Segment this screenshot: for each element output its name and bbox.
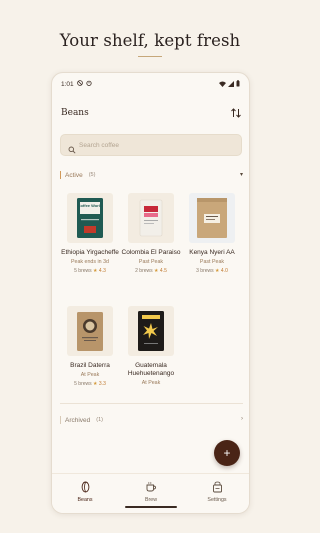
- bean-card-kenya-nyeri-aa[interactable]: Kenya Nyeri AA Past Peak 3 brews ★ 4.0: [182, 193, 242, 274]
- bean-name: Brazil Daterra: [70, 362, 110, 369]
- nav-label-beans: Beans: [77, 497, 93, 503]
- archived-section-header[interactable]: Archived (1) ›: [60, 414, 243, 426]
- bean-bag-image: [67, 306, 113, 356]
- chevron-right-icon: ›: [241, 416, 243, 422]
- archived-section-label: Archived: [65, 416, 91, 424]
- star-icon: ★: [215, 268, 220, 274]
- sort-arrows-icon[interactable]: [230, 106, 242, 118]
- bean-bag-image: [128, 193, 174, 243]
- settings-icon: [192, 481, 242, 493]
- bean-status: Past Peak: [199, 259, 225, 265]
- battery-icon: [236, 80, 240, 87]
- headline: Your shelf, kept fresh: [59, 31, 241, 50]
- nav-item-brew[interactable]: Brew: [126, 481, 176, 503]
- nav-label-brew: Brew: [144, 497, 158, 503]
- active-section-header[interactable]: Active (5) ▾: [60, 169, 243, 181]
- bean-name: Kenya Nyeri AA: [189, 249, 235, 256]
- search-input[interactable]: [79, 139, 229, 152]
- archived-section-count: (1): [96, 417, 104, 423]
- bean-name: Ethiopia Yirgacheffe: [61, 249, 119, 256]
- bean-status: Peak ends in 3d: [71, 259, 109, 265]
- bean-rating: 4.3: [98, 268, 106, 274]
- nav-item-beans[interactable]: Beans: [60, 481, 110, 503]
- wifi-icon: [219, 81, 226, 87]
- chevron-down-icon: ▾: [239, 172, 243, 178]
- section-accent-bar: [60, 416, 61, 424]
- status-left-icons: [77, 80, 92, 86]
- bean-meta: 3 brews ★ 4.0: [182, 268, 242, 274]
- bean-bag-image: [128, 306, 174, 356]
- bean-status: At Peak: [80, 372, 100, 378]
- bean-status: Past Peak: [138, 259, 164, 265]
- bean-card-guatemala-huehuetenango[interactable]: Guatemala Huehuetenango At Peak: [121, 306, 181, 386]
- nav-item-settings[interactable]: Settings: [192, 481, 242, 503]
- bean-status: At Peak: [141, 380, 161, 386]
- bean-bag-image: Coffee World: [67, 193, 113, 243]
- bag-logo-text: Coffee World: [78, 203, 103, 208]
- bean-name: Guatemala Huehuetenango: [127, 362, 175, 377]
- active-section-count: (5): [88, 172, 96, 178]
- star-icon: ★: [154, 268, 159, 274]
- status-time: 1:01: [61, 81, 74, 88]
- nav-label-settings: Settings: [207, 497, 227, 503]
- active-section-label: Active: [65, 171, 83, 179]
- coffee-bean-icon: [60, 481, 110, 493]
- bean-meta: 5 brews ★ 3.3: [60, 381, 120, 387]
- brew-count: 3 brews: [196, 268, 214, 274]
- alarm-icon: [86, 80, 92, 86]
- status-right-icons: [219, 80, 240, 87]
- search-icon: [68, 141, 76, 159]
- bean-card-ethiopia-yirgacheffe[interactable]: Coffee World Ethiopia Yirgacheffe Peak e…: [60, 193, 120, 274]
- do-not-disturb-icon: [77, 80, 83, 86]
- bean-name: Colombia El Paraiso: [121, 249, 181, 256]
- section-accent-bar: [60, 171, 61, 179]
- home-indicator[interactable]: [125, 506, 177, 508]
- bean-meta: 2 brews ★ 4.5: [121, 268, 181, 274]
- phone-screen: 1:01 Beans Search coffee Active (5) ▾ Co…: [51, 72, 250, 514]
- bean-rating: 4.5: [159, 268, 167, 274]
- add-bean-button[interactable]: +: [214, 440, 240, 466]
- bean-card-colombia-el-paraiso[interactable]: Colombia El Paraiso Past Peak 2 brews ★ …: [121, 193, 181, 274]
- headline-divider: [138, 56, 162, 57]
- page-title: Beans: [61, 108, 89, 118]
- brew-count: 5 brews: [74, 268, 92, 274]
- status-bar: 1:01: [52, 73, 249, 95]
- bean-bag-image: [189, 193, 235, 243]
- bean-card-brazil-daterra[interactable]: Brazil Daterra At Peak 5 brews ★ 3.3: [60, 306, 120, 387]
- bean-rating: 4.0: [220, 268, 228, 274]
- brew-count: 2 brews: [135, 268, 153, 274]
- signal-icon: [228, 80, 234, 87]
- coffee-cup-icon: [126, 481, 176, 493]
- bean-rating: 3.3: [98, 381, 106, 387]
- star-icon: ★: [93, 268, 98, 274]
- section-divider: [60, 403, 243, 404]
- search-bar: [60, 134, 242, 156]
- brew-count: 5 brews: [74, 381, 92, 387]
- bean-meta: 5 brews ★ 4.3: [60, 268, 120, 274]
- star-icon: ★: [93, 381, 98, 387]
